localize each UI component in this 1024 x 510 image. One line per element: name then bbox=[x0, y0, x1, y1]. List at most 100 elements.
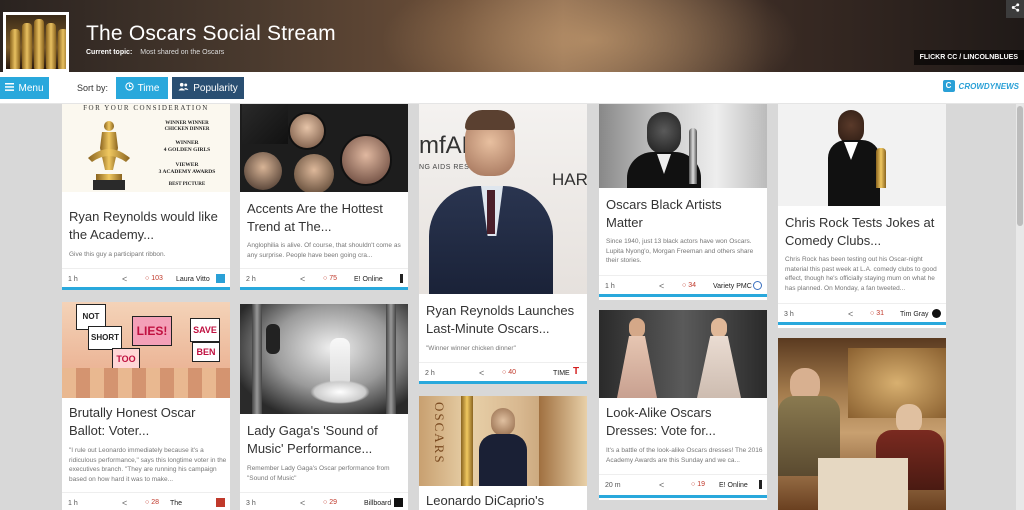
card-image bbox=[599, 104, 767, 188]
card-source[interactable]: TIME bbox=[553, 370, 570, 377]
share-icon[interactable]: < bbox=[659, 480, 664, 490]
news-card[interactable]: Chris Rock Tests Jokes at Comedy Clubs..… bbox=[778, 104, 946, 328]
sort-popularity-button[interactable]: Popularity bbox=[172, 77, 244, 99]
card-image: NOT SHORT LIES! SAVE TOO BEN bbox=[62, 302, 230, 398]
poster-award-2: WINNER 4 GOLDEN GIRLS bbox=[163, 140, 211, 153]
news-card[interactable]: mfAR NG AIDS RESEARCH HAR Ryan Reynolds … bbox=[419, 104, 587, 384]
card-accent-bar bbox=[419, 381, 587, 384]
share-icon[interactable]: < bbox=[122, 274, 127, 284]
comment-number: 34 bbox=[688, 282, 696, 289]
card-title[interactable]: Lady Gaga's 'Sound of Music' Performance… bbox=[247, 422, 403, 458]
card-accent-bar bbox=[778, 322, 946, 325]
protest-sign: BEN bbox=[192, 342, 220, 362]
news-card[interactable]: Accents Are the Hottest Trend at The... … bbox=[240, 104, 408, 290]
popularity-label: Popularity bbox=[193, 82, 238, 94]
news-card[interactable]: OSCARS Leonardo DiCaprio's bbox=[419, 396, 587, 510]
card-time: 1 h bbox=[68, 500, 78, 507]
news-card[interactable]: FOR YOUR CONSIDERATION WINNER WINNER CHI… bbox=[62, 104, 230, 290]
card-source[interactable]: Laura Vitto bbox=[176, 276, 210, 283]
news-card[interactable] bbox=[778, 338, 946, 510]
poster-award-4: BEST PICTURE bbox=[168, 182, 206, 187]
comment-count[interactable]: ○ 28 bbox=[145, 499, 159, 506]
comment-count[interactable]: ○ 31 bbox=[870, 310, 884, 317]
card-title[interactable]: Ryan Reynolds would like the Academy... bbox=[69, 208, 225, 244]
card-footer: 20 m < ○ 19 E! Online bbox=[599, 474, 767, 494]
comment-count[interactable]: ○ 75 bbox=[323, 275, 337, 282]
card-description: It's a battle of the look-alike Oscars d… bbox=[606, 447, 763, 464]
sort-time-button[interactable]: Time bbox=[116, 77, 168, 99]
card-title[interactable]: Brutally Honest Oscar Ballot: Voter... bbox=[69, 404, 225, 440]
card-image: mfAR NG AIDS RESEARCH HAR bbox=[419, 104, 587, 294]
share-icon[interactable]: < bbox=[479, 368, 484, 378]
card-time: 1 h bbox=[605, 283, 615, 290]
card-footer: 2 h < ○ 75 E! Online bbox=[240, 268, 408, 288]
comment-number: 19 bbox=[697, 481, 705, 488]
menu-button[interactable]: Menu bbox=[0, 77, 49, 99]
comment-count[interactable]: ○ 29 bbox=[323, 499, 337, 506]
card-title[interactable]: Accents Are the Hottest Trend at The... bbox=[247, 200, 403, 236]
comment-number: 31 bbox=[876, 310, 884, 317]
card-title[interactable]: Look-Alike Oscars Dresses: Vote for... bbox=[606, 404, 762, 440]
share-icon[interactable]: < bbox=[300, 498, 305, 508]
card-time: 1 h bbox=[68, 276, 78, 283]
card-source[interactable]: E! Online bbox=[354, 276, 383, 283]
card-time: 3 h bbox=[246, 500, 256, 507]
news-card[interactable]: Lady Gaga's 'Sound of Music' Performance… bbox=[240, 304, 408, 510]
sort-label: Sort by: bbox=[77, 83, 109, 93]
users-icon bbox=[178, 82, 189, 94]
protest-sign: SAVE bbox=[190, 318, 220, 342]
comment-count[interactable]: ○ 19 bbox=[691, 481, 705, 488]
backdrop-text-right: HAR bbox=[552, 170, 587, 189]
card-description: Anglophilia is alive. Of course, that sh… bbox=[247, 242, 401, 259]
toolbar: Menu Sort by: Time Popularity C CROWDYNE… bbox=[0, 72, 1024, 104]
card-title[interactable]: Ryan Reynolds Launches Last-Minute Oscar… bbox=[426, 302, 582, 338]
person-photo bbox=[711, 318, 727, 338]
clock-icon bbox=[124, 82, 134, 94]
news-card[interactable]: NOT SHORT LIES! SAVE TOO BEN Brutally Ho… bbox=[62, 302, 230, 510]
card-source[interactable]: Tim Gray bbox=[900, 311, 929, 318]
header-banner: The Oscars Social Stream Current topic: … bbox=[0, 0, 1024, 72]
person-photo bbox=[629, 318, 645, 338]
page-scrollbar[interactable] bbox=[1016, 104, 1024, 510]
share-icon[interactable]: < bbox=[122, 498, 127, 508]
person-photo bbox=[838, 110, 864, 144]
card-title[interactable]: Chris Rock Tests Jokes at Comedy Clubs..… bbox=[785, 214, 941, 250]
twitter-source-icon bbox=[216, 274, 225, 283]
share-icon[interactable]: < bbox=[659, 281, 664, 291]
share-icon[interactable]: < bbox=[848, 309, 853, 319]
topic-label: Current topic: bbox=[86, 49, 133, 56]
card-source[interactable]: The bbox=[170, 500, 182, 507]
protest-sign: LIES! bbox=[132, 316, 172, 346]
performer-figure bbox=[330, 338, 350, 384]
card-description: Chris Rock has been testing out his Osca… bbox=[785, 256, 937, 292]
card-accent-bar bbox=[62, 287, 230, 290]
card-description: "I rule out Leonardo immediately because… bbox=[69, 447, 227, 483]
news-card[interactable]: Look-Alike Oscars Dresses: Vote for... I… bbox=[599, 310, 767, 500]
news-card[interactable]: Oscars Black Artists Matter Since 1940, … bbox=[599, 104, 767, 300]
card-image bbox=[778, 338, 946, 510]
comment-count[interactable]: ○ 40 bbox=[502, 369, 516, 376]
card-title[interactable]: Leonardo DiCaprio's bbox=[426, 492, 582, 510]
card-title[interactable]: Oscars Black Artists Matter bbox=[606, 196, 762, 232]
card-accent-bar bbox=[240, 287, 408, 290]
card-footer: 3 h < ○ 29 Billboard bbox=[240, 492, 408, 510]
scrollbar-thumb[interactable] bbox=[1017, 106, 1023, 226]
oscars-logo-thumbnail[interactable] bbox=[3, 12, 69, 72]
comment-count[interactable]: ○ 34 bbox=[682, 282, 696, 289]
share-icon[interactable] bbox=[1006, 0, 1024, 18]
card-time: 20 m bbox=[605, 482, 621, 489]
card-source[interactable]: Variety PMC bbox=[713, 283, 752, 290]
comment-number: 28 bbox=[151, 499, 159, 506]
page-title: The Oscars Social Stream bbox=[86, 22, 336, 45]
comment-count[interactable]: ○ 103 bbox=[145, 275, 163, 282]
card-source[interactable]: Billboard bbox=[364, 500, 391, 507]
poster-award-3: VIEWER 3 ACADEMY AWARDS bbox=[158, 162, 216, 175]
brand-name: CROWDYNEWS bbox=[958, 81, 1019, 91]
banner-background bbox=[380, 0, 800, 72]
card-footer: 2 h < ○ 40 TIME T bbox=[419, 362, 587, 382]
card-source[interactable]: E! Online bbox=[719, 482, 748, 489]
menu-label: Menu bbox=[18, 82, 44, 94]
crowdynews-brand[interactable]: C CROWDYNEWS bbox=[942, 80, 1019, 92]
share-icon[interactable]: < bbox=[300, 274, 305, 284]
card-time: 3 h bbox=[784, 311, 794, 318]
